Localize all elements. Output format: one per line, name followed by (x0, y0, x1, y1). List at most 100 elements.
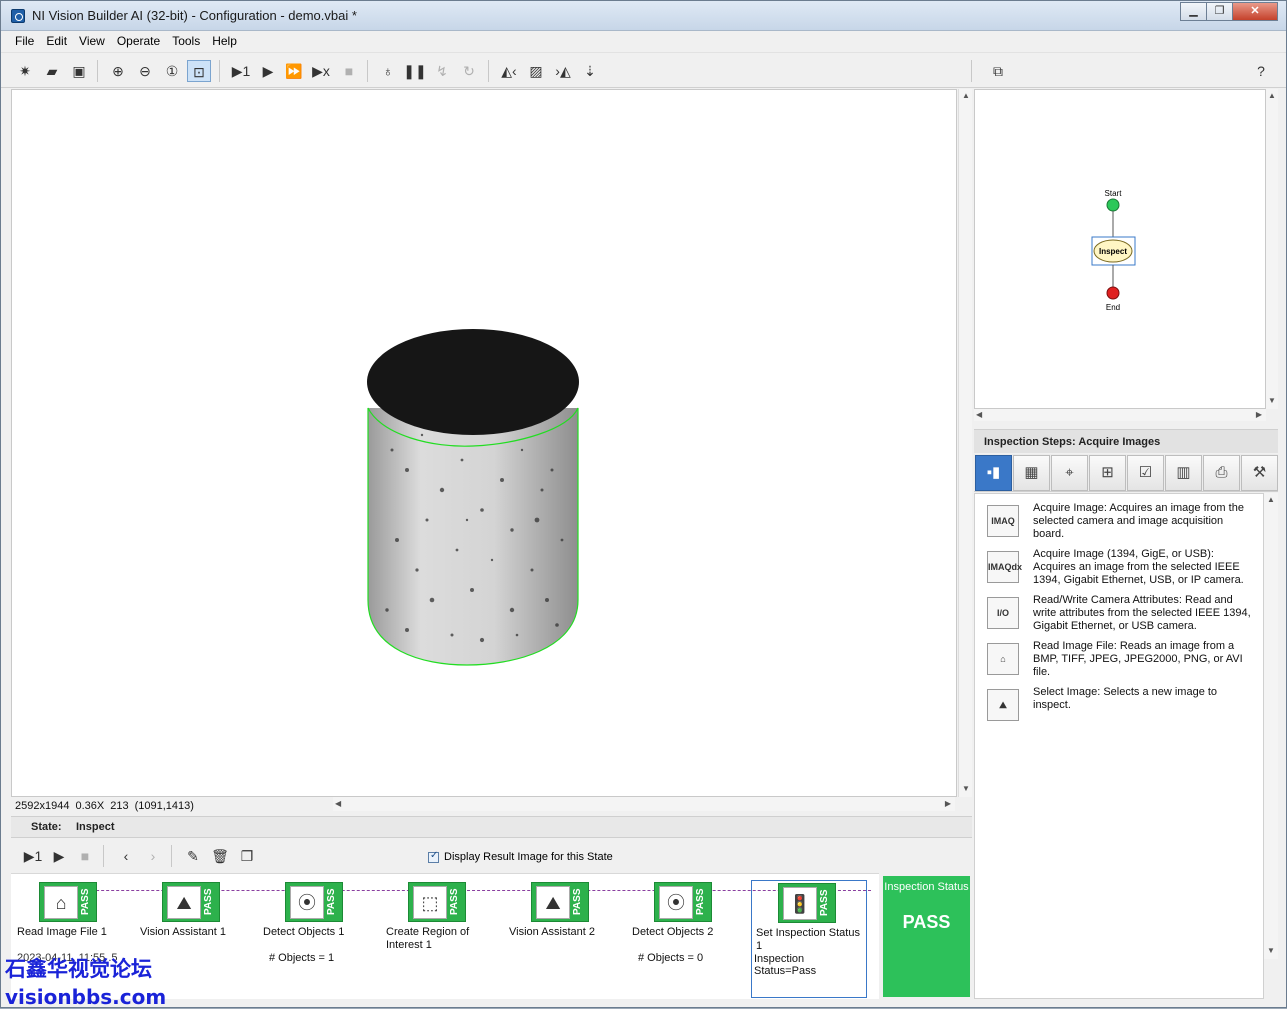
close-button[interactable]: ✕ (1232, 2, 1278, 21)
run-step-once-icon[interactable]: ▶1 (21, 845, 45, 867)
catalog-item-text: Acquire Image: Acquires an image from th… (1033, 502, 1244, 540)
catalog-item-text: Read Image File: Reads an image from a B… (1033, 640, 1243, 678)
zoom-out-icon[interactable]: ⊖ (133, 60, 157, 82)
step-name: Create Region of Interest 1 (386, 926, 470, 951)
menu-operate[interactable]: Operate (111, 31, 166, 48)
pause-icon[interactable]: ❚❚ (403, 60, 427, 82)
step-set-inspection-status-1[interactable]: 🚦 PASS Set Inspection Status 1 Inspection… (751, 880, 867, 998)
state-label: State: (31, 821, 62, 833)
edit-step-icon[interactable]: ✎ (181, 845, 205, 867)
state-diagram[interactable]: Start Inspect End (974, 89, 1266, 409)
layout-icon[interactable]: ⧉ (986, 60, 1010, 82)
next-step-icon[interactable]: › (141, 845, 165, 867)
step-create-roi-1[interactable]: ⬚ PASS Create Region of Interest 1 (382, 880, 498, 998)
communicate-tab-icon[interactable]: ⎙ (1203, 455, 1240, 491)
traffic-light-icon: 🚦 PASS (778, 883, 836, 923)
display-result-checkbox[interactable]: Display Result Image for this State (428, 850, 613, 863)
open-icon[interactable]: ▰ (40, 60, 64, 82)
inspect-label: Inspect (1099, 247, 1127, 256)
prev-image-icon[interactable]: ◭‹ (497, 60, 521, 82)
menu-file[interactable]: File (9, 31, 40, 48)
identify-parts-tab-icon[interactable]: ▥ (1165, 455, 1202, 491)
use-additional-tools-tab-icon[interactable]: ⚒ (1241, 455, 1278, 491)
zoom-fit-icon[interactable]: ⊡ (187, 60, 211, 82)
check-presence-tab-icon[interactable]: ☑ (1127, 455, 1164, 491)
menu-help[interactable]: Help (206, 31, 243, 48)
run-icon[interactable]: ▶ (256, 60, 280, 82)
step-result: # Objects = 1 (269, 952, 335, 964)
right-panel: Start Inspect End ▲ ▼ ◀ ▶ Inspection Ste… (974, 89, 1278, 999)
title-bar: NI Vision Builder AI (32-bit) - Configur… (1, 1, 1286, 31)
help-icon[interactable]: ? (1249, 60, 1273, 82)
menu-bar: File Edit View Operate Tools Help (1, 31, 1286, 53)
imaqdx-camera-icon: IMAQdx (987, 551, 1022, 583)
menu-edit[interactable]: Edit (40, 31, 73, 48)
cursor-coords: (1091,1413) (134, 800, 194, 812)
highlight-icon[interactable]: ♁ (376, 60, 400, 82)
window-title: NI Vision Builder AI (32-bit) - Configur… (32, 8, 357, 23)
vision-assistant-icon: ⛰ PASS (162, 882, 220, 922)
steps-panel-title: Inspection Steps: Acquire Images (984, 436, 1161, 448)
catalog-item-text: Acquire Image (1394, GigE, or USB): Acqu… (1033, 548, 1244, 586)
diagram-horizontal-scrollbar[interactable]: ◀ ▶ (974, 409, 1266, 421)
step-vision-assistant-2[interactable]: ⛰ PASS Vision Assistant 2 (505, 880, 621, 998)
stop-icon[interactable]: ■ (337, 60, 361, 82)
export-icon[interactable]: ⇣ (578, 60, 602, 82)
diagram-vertical-scrollbar[interactable]: ▲ ▼ (1266, 89, 1278, 409)
menu-tools[interactable]: Tools (166, 31, 206, 48)
step-name: Detect Objects 1 (263, 926, 345, 938)
image-icon[interactable]: ▨ (524, 60, 548, 82)
step-detect-objects-2[interactable]: ⦿ PASS Detect Objects 2 # Objects = 0 (628, 880, 744, 998)
step-name: Vision Assistant 1 (140, 926, 227, 938)
run-cycle-icon[interactable]: ▶x (309, 60, 333, 82)
zoom-actual-icon[interactable]: ① (160, 60, 184, 82)
stop-state-icon[interactable]: ■ (73, 845, 97, 867)
end-node (1106, 286, 1120, 300)
inspection-image (367, 329, 579, 666)
copy-step-icon[interactable]: ❐ (235, 845, 259, 867)
checkbox-checked-icon[interactable] (428, 850, 439, 863)
measure-features-tab-icon[interactable]: ⊞ (1089, 455, 1126, 491)
image-resolution: 2592x1944 (15, 800, 70, 812)
io-imaqdx-icon: I/O (987, 597, 1019, 629)
new-icon[interactable]: ✷ (13, 60, 37, 82)
run-continuous-icon[interactable]: ⏩ (282, 60, 306, 82)
create-roi-icon: ⬚ PASS (408, 882, 466, 922)
step-name: Read Image File 1 (17, 926, 107, 938)
previous-step-icon[interactable]: ‹ (114, 845, 138, 867)
save-icon[interactable]: ▣ (67, 60, 91, 82)
minimize-button[interactable]: ▁ (1180, 2, 1207, 21)
locate-features-tab-icon[interactable]: ⌖ (1051, 455, 1088, 491)
state-value: Inspect (76, 821, 115, 833)
viewer-vertical-scrollbar[interactable]: ▲ ▼ (958, 89, 972, 797)
menu-view[interactable]: View (73, 31, 111, 48)
delete-step-icon[interactable]: 🗑 (208, 845, 232, 867)
catalog-vertical-scrollbar[interactable]: ▲ ▼ (1264, 493, 1278, 959)
viewer-horizontal-scrollbar[interactable]: ◀ ▶ (333, 797, 955, 811)
zoom-level: 0.36X (75, 800, 105, 812)
step-over-icon[interactable]: ↯ (430, 60, 454, 82)
catalog-item-text: Select Image: Selects a new image to ins… (1033, 686, 1218, 711)
inspection-status-value: PASS (902, 912, 951, 932)
start-label: Start (1105, 189, 1123, 198)
read-file-icon: ⌂ (987, 643, 1019, 675)
toolbar: ✷ ▰ ▣ ⊕ ⊖ ① ⊡ ▶1 ▶ ⏩ ▶x ■ ♁ ❚❚ ↯ ↻ ◭‹ ▨ … (1, 54, 1286, 88)
step-category-tabs: ▪▮ ▦ ⌖ ⊞ ☑ ▥ ⎙ ⚒ (974, 454, 1278, 492)
step-name: Vision Assistant 2 (509, 926, 596, 938)
step-back-icon[interactable]: ↻ (457, 60, 481, 82)
run-once-icon[interactable]: ▶1 (229, 60, 253, 82)
image-viewer[interactable] (11, 89, 957, 797)
next-image-icon[interactable]: ›◭ (551, 60, 575, 82)
run-state-icon[interactable]: ▶ (47, 845, 71, 867)
maximize-button[interactable]: ❐ (1206, 2, 1233, 21)
step-detect-objects-1[interactable]: ⦿ PASS Detect Objects 1 # Objects = 1 (259, 880, 375, 998)
step-result: Inspection Status=Pass (754, 953, 817, 977)
enhance-images-tab-icon[interactable]: ▦ (1013, 455, 1050, 491)
acquire-images-tab-icon[interactable]: ▪▮ (975, 455, 1012, 491)
inspection-status-title: Inspection Status (884, 881, 969, 893)
step-toolbar: ▶1 ▶ ■ ‹ › ✎ 🗑 ❐ Display Result Image fo… (11, 843, 972, 871)
zoom-in-icon[interactable]: ⊕ (106, 60, 130, 82)
end-label: End (1106, 303, 1120, 312)
select-image-icon: ⛰ (987, 689, 1019, 721)
steps-catalog: IMAQ Acquire Image: Acquires an image fr… (974, 493, 1264, 999)
